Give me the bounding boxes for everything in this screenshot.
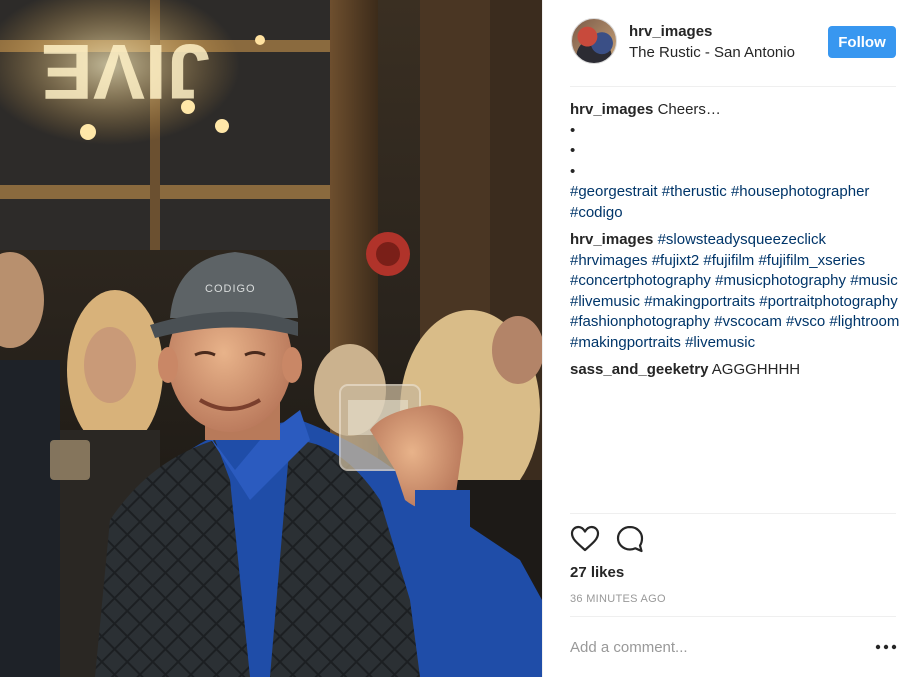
heart-icon[interactable] — [570, 524, 600, 554]
cap-logo-text: CODIGO — [205, 283, 256, 295]
hashtag-link[interactable]: #vsco — [786, 313, 825, 330]
hashtag-link[interactable]: #fujixt2 — [652, 252, 700, 269]
hashtag-link[interactable]: #codigo — [570, 204, 623, 221]
comment-bullet: • — [570, 162, 576, 180]
hashtag-link[interactable]: #georgestrait — [570, 183, 658, 200]
comment-bullet: • — [570, 142, 576, 159]
hashtag-link[interactable]: #livemusic — [685, 334, 755, 351]
hashtag-link[interactable]: #fujifilm — [703, 252, 754, 269]
comment-item: hrv_images #slowsteadysqueezeclick #hrvi… — [570, 230, 900, 353]
more-options-icon[interactable] — [874, 638, 898, 656]
post-location[interactable]: The Rustic - San Antonio — [629, 44, 795, 61]
add-comment-input[interactable] — [570, 634, 870, 660]
likes-count[interactable]: 27 likes — [570, 564, 624, 581]
hashtag-link[interactable]: #hrvimages — [570, 252, 648, 269]
post-header: hrv_images The Rustic - San Antonio Foll… — [543, 0, 920, 86]
comment-text: Cheers… — [657, 101, 721, 118]
comment-username[interactable]: hrv_images — [570, 101, 653, 118]
hashtag-link[interactable]: #music — [850, 272, 898, 289]
comment-text: AGGGHHHH — [711, 361, 801, 378]
post-side-panel: hrv_images The Rustic - San Antonio Foll… — [542, 0, 920, 677]
post-username[interactable]: hrv_images — [629, 23, 712, 40]
hashtag-link[interactable]: #slowsteadysqueezeclick — [658, 231, 826, 248]
post-timestamp[interactable]: 36 MINUTES AGO — [570, 593, 666, 605]
post-photo[interactable]: JIVE CODIGO — [0, 0, 542, 677]
hashtag-link[interactable]: #lightroom — [829, 313, 899, 330]
hashtag-link[interactable]: #makingportraits — [570, 334, 681, 351]
hashtag-link[interactable]: #housephotographer — [731, 183, 869, 200]
action-bar — [570, 524, 670, 556]
comments-list: hrv_images Cheers… • • • #georgestrait #… — [570, 100, 900, 388]
hashtag-link[interactable]: #vscocam — [714, 313, 782, 330]
comment-item: hrv_images Cheers… • • • #georgestrait #… — [570, 100, 900, 223]
comment-box-divider — [570, 616, 896, 617]
avatar[interactable] — [571, 18, 617, 64]
comment-item: sass_and_geeketry AGGGHHHH — [570, 360, 900, 381]
photo-illustration: JIVE CODIGO — [0, 0, 542, 677]
hashtag-link[interactable]: #concertphotography — [570, 272, 711, 289]
follow-button[interactable]: Follow — [828, 26, 896, 58]
hashtag-link[interactable]: #therustic — [662, 183, 727, 200]
hashtag-link[interactable]: #fashionphotography — [570, 313, 710, 330]
hashtag-link[interactable]: #livemusic — [570, 293, 640, 310]
comment-bullet: • — [570, 121, 576, 139]
hashtag-link[interactable]: #portraitphotography — [759, 293, 897, 310]
header-divider — [570, 86, 896, 87]
hashtag-link[interactable]: #fujifilm_xseries — [758, 252, 865, 269]
comment-username[interactable]: sass_and_geeketry — [570, 361, 708, 378]
hashtag-link[interactable]: #makingportraits — [644, 293, 755, 310]
actions-divider — [570, 513, 896, 514]
hashtag-link[interactable]: #musicphotography — [715, 272, 846, 289]
comment-username[interactable]: hrv_images — [570, 231, 653, 248]
comment-bubble-icon[interactable] — [615, 524, 645, 554]
